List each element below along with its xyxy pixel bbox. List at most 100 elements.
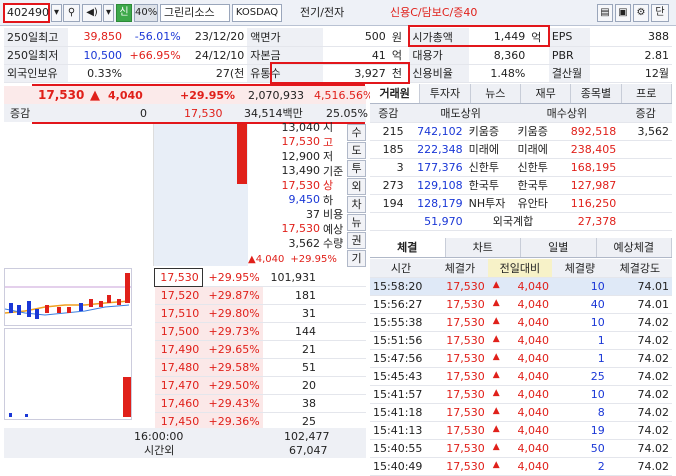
broker-row[interactable]: 273 129,108 한국투 한국투 127,987 — [370, 176, 672, 195]
market-label: KOSDAQ — [232, 4, 282, 22]
trade-tab[interactable]: 일별 — [521, 238, 597, 257]
trade-row[interactable]: 15:45:43 17,530 ▲ 4,040 25 74.02 — [370, 367, 672, 386]
bid-pct: +29.73% — [202, 322, 263, 341]
stock-code-input[interactable]: 402490 — [3, 3, 50, 23]
trade-row[interactable]: 15:47:56 17,530 ▲ 4,040 1 74.02 — [370, 349, 672, 368]
speaker-icon[interactable]: ◀) — [82, 4, 102, 22]
trade-row[interactable]: 15:41:57 17,530 ▲ 4,040 10 74.02 — [370, 385, 672, 404]
trade-strength: 74.01 — [607, 295, 672, 314]
order-book-row[interactable]: 17,500 +29.73% 144 — [154, 322, 366, 341]
broker-tab[interactable]: 뉴스 — [471, 84, 521, 103]
trade-amount: 34,514백만 — [244, 107, 303, 120]
trade-row[interactable]: 15:40:49 17,530 ▲ 4,040 2 74.02 — [370, 457, 672, 476]
broker-tab[interactable]: 종목별 — [571, 84, 622, 103]
ohlc-item: 13,040 시 — [248, 120, 346, 135]
price-line: 17,530 ▲ 4,040 +29.95% 2,070,933 4,516.5… — [4, 86, 373, 104]
stock-name: 그린리소스 — [160, 4, 230, 22]
broker-tabs: 거래원 투자자 뉴스 재무 종목별 프로 — [370, 84, 672, 104]
broker-bn: 한국투 — [514, 176, 561, 195]
layout-icon[interactable]: ▤ — [597, 4, 613, 22]
ohlc-value: 17,530 — [281, 135, 321, 149]
volume: 2,070,933 — [248, 88, 304, 102]
info-l4: PBR — [548, 46, 590, 65]
broker-tab[interactable]: 거래원 — [370, 84, 421, 103]
trade-tab[interactable]: 예상체결 — [597, 238, 672, 257]
order-book-row[interactable]: 17,520 +29.87% 181 — [154, 286, 366, 305]
trade-header: 전일대비 — [487, 259, 553, 278]
trade-change-value: 4,040 — [517, 441, 550, 455]
trade-strength: 74.02 — [607, 457, 672, 476]
broker-d2 — [619, 176, 672, 195]
credit-flags: 신용C/담보C/증40 — [390, 6, 478, 19]
order-book-row[interactable]: 17,480 +29.58% 51 — [154, 358, 366, 377]
order-book-row[interactable]: 17,460 +29.43% 38 — [154, 394, 366, 413]
ohlc-item: 9,450 하 — [248, 193, 346, 208]
trade-change-value: 4,040 — [517, 423, 550, 437]
trade-row[interactable]: 15:40:55 17,530 ▲ 4,040 50 74.02 — [370, 439, 672, 458]
trade-tab[interactable]: 차트 — [446, 238, 521, 257]
trade-qty: 10 — [552, 277, 608, 296]
order-book-row[interactable]: 17,470 +29.50% 20 — [154, 376, 366, 395]
trade-tab[interactable]: 체결 — [370, 238, 446, 257]
side-tab[interactable]: 외 — [347, 178, 366, 195]
ask-price-area — [154, 124, 248, 266]
trade-change: ▲ 4,040 — [487, 421, 553, 440]
volume-ratio: 4,516.56% — [314, 88, 374, 102]
broker-d2 — [619, 194, 672, 213]
gear-icon[interactable]: ⚙ — [633, 4, 649, 22]
bid-qty: 51 — [262, 358, 366, 377]
broker-row[interactable]: 194 128,179 NH투자 유안타 116,250 — [370, 194, 672, 213]
broker-sn: 한국투 — [465, 176, 515, 195]
trade-time: 15:56:27 — [370, 295, 433, 314]
broker-tab[interactable]: 투자자 — [420, 84, 471, 103]
search-icon[interactable]: ⚲ — [63, 4, 80, 22]
info-row: 250일최고 39,850 -56.01% 23/12/20 액면가 500 원 시가총액 1,… — [4, 28, 672, 47]
trade-time: 15:55:38 — [370, 313, 433, 332]
trade-row[interactable]: 15:51:56 17,530 ▲ 4,040 1 74.02 — [370, 331, 672, 350]
trade-row[interactable]: 15:41:18 17,530 ▲ 4,040 8 74.02 — [370, 403, 672, 422]
ohlc-item: 17,530 예상 — [248, 222, 346, 237]
info-v1: 0.33% — [67, 64, 126, 83]
side-tab[interactable]: 차 — [347, 196, 366, 213]
trade-strength: 74.01 — [607, 277, 672, 296]
broker-d2 — [619, 158, 672, 177]
trade-strength: 74.02 — [607, 421, 672, 440]
single-view-button[interactable]: 단 — [651, 4, 669, 22]
side-tab[interactable]: 수 — [347, 124, 366, 141]
price-range-bar — [237, 124, 247, 184]
trade-row[interactable]: 15:41:13 17,530 ▲ 4,040 19 74.02 — [370, 421, 672, 440]
bid-pct: +29.50% — [202, 376, 263, 395]
side-tab[interactable]: 투 — [347, 160, 366, 177]
window-icon[interactable]: ▣ — [615, 4, 631, 22]
broker-panel: 거래원 투자자 뉴스 재무 종목별 프로 증감 매도상위 매수상위 증감 215 742,102 키… — [370, 84, 672, 231]
trade-header: 체결강도 — [607, 259, 672, 278]
trade-row[interactable]: 15:56:27 17,530 ▲ 4,040 40 74.01 — [370, 295, 672, 314]
order-book-row[interactable]: 17,490 +29.65% 21 — [154, 340, 366, 359]
info-u3 — [528, 64, 549, 83]
trade-change-value: 4,040 — [517, 315, 550, 329]
broker-row[interactable]: 215 742,102 키움증 키움증 892,518 3,562 — [370, 122, 672, 141]
dropdown-icon[interactable]: ▾ — [51, 4, 62, 22]
order-book-row[interactable]: 17,530 +29.95% 101,931 — [154, 268, 366, 287]
side-tab[interactable]: 뉴 — [347, 214, 366, 231]
up-arrow-icon: ▲ — [492, 315, 500, 326]
broker-tab[interactable]: 프로 — [622, 84, 672, 103]
order-book-row[interactable]: 17,510 +29.80% 31 — [154, 304, 366, 323]
ask-volume-bars — [124, 124, 150, 266]
speaker-dropdown-icon[interactable]: ▾ — [103, 4, 114, 22]
ohlc-value: 12,900 — [281, 149, 321, 163]
broker-row[interactable]: 185 222,348 미래에 미래에 238,405 — [370, 140, 672, 159]
trade-qty: 10 — [552, 313, 608, 332]
broker-tab[interactable]: 재무 — [521, 84, 572, 103]
bid-price: 17,520 — [154, 286, 203, 305]
side-tab[interactable]: 도 — [347, 142, 366, 159]
bid-order-book: 17,530 +29.95% 101,931 17,520 +29.87% 181 17,5… — [154, 268, 366, 449]
trade-row[interactable]: 15:55:38 17,530 ▲ 4,040 10 74.02 — [370, 313, 672, 332]
ohlc-item: 13,490 기준 — [248, 164, 346, 179]
info-u3 — [528, 46, 549, 65]
trade-row[interactable]: 15:58:20 17,530 ▲ 4,040 10 74.01 — [370, 277, 672, 296]
broker-row[interactable]: 3 177,376 신한투 신한투 168,195 — [370, 158, 672, 177]
side-tab[interactable]: 기 — [347, 250, 366, 267]
up-arrow-icon: ▲ — [492, 279, 500, 290]
side-tab[interactable]: 권 — [347, 232, 366, 249]
